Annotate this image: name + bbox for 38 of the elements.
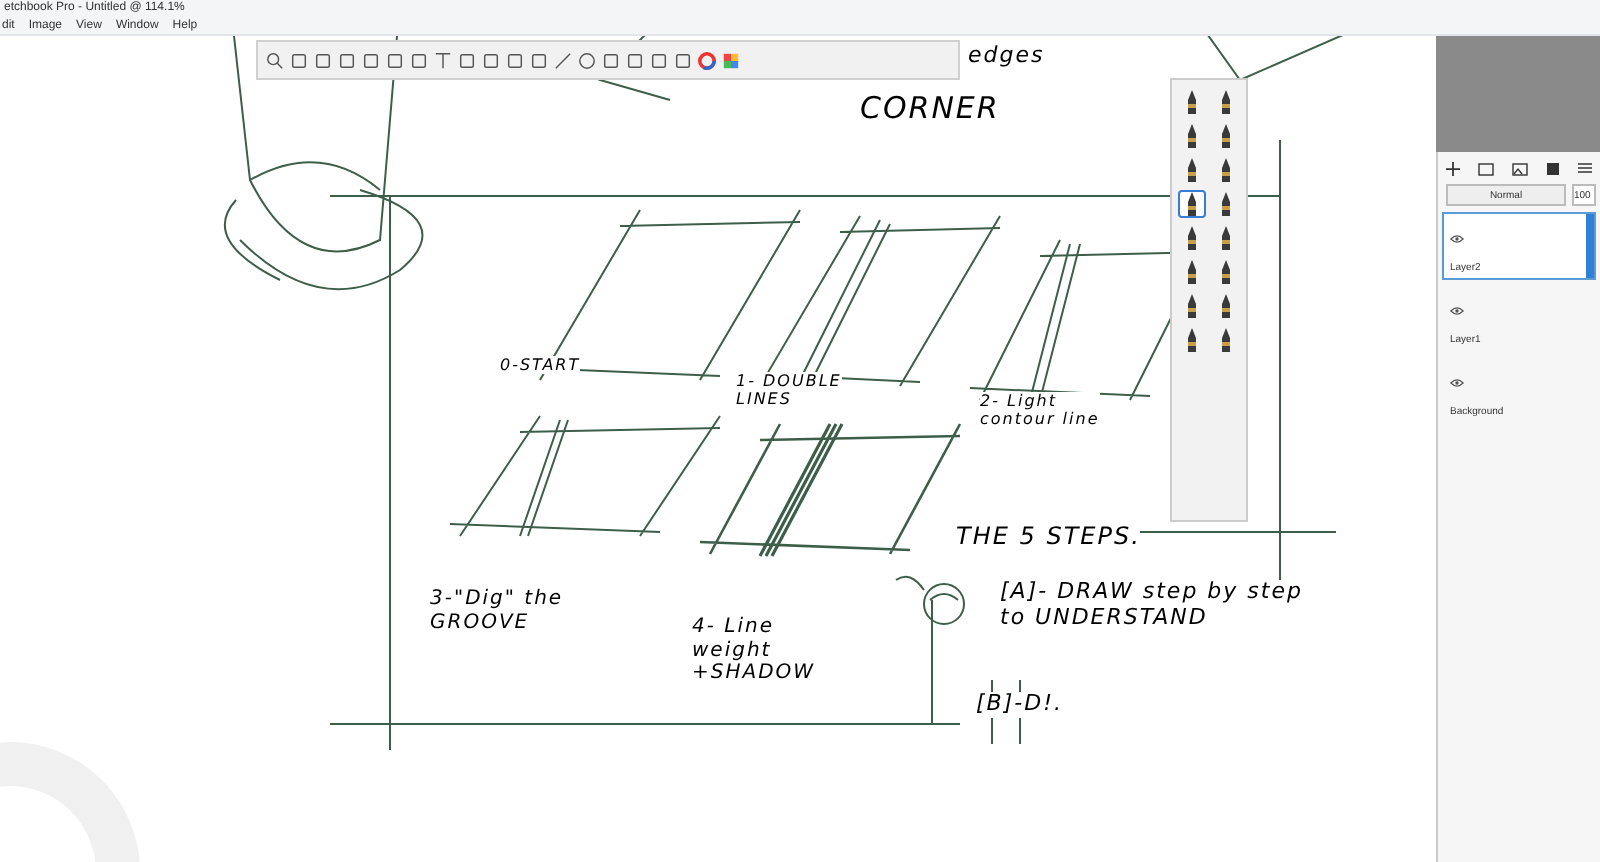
brush-tip-icon	[1218, 192, 1234, 216]
eye-icon[interactable]	[1450, 234, 1464, 244]
brush-tip-icon	[1184, 226, 1200, 250]
brush-tip-icon	[1184, 294, 1200, 318]
handwritten-note: 1- DOUBLE LINES	[736, 372, 842, 409]
handwritten-note: 3-"Dig" the GROOVE	[430, 588, 564, 634]
brush-tip-icon	[1218, 294, 1234, 318]
brush-tip-icon	[1218, 260, 1234, 284]
brush-tip-icon	[1184, 124, 1200, 148]
image-icon[interactable]	[1511, 161, 1528, 175]
add-icon[interactable]	[1446, 161, 1461, 175]
brush-tip-icon	[1184, 158, 1200, 182]
handwritten-note: 0-START	[500, 356, 581, 375]
brush-tip-icon	[1184, 90, 1200, 114]
handwritten-note: edges	[968, 44, 1045, 70]
selection-bar	[1586, 214, 1594, 278]
menu-icon[interactable]	[1577, 162, 1592, 174]
eye-icon[interactable]	[1450, 306, 1464, 316]
color-grid-icon[interactable]	[722, 51, 740, 69]
brush-tip-icon	[1218, 158, 1234, 182]
line-icon[interactable]	[554, 51, 572, 69]
brush-tip-icon	[1184, 328, 1200, 352]
handwritten-note: 4- Line weight +SHADOW	[692, 616, 816, 685]
brush-tip-icon	[1218, 90, 1234, 114]
handwritten-note: [A]- DRAW step by step to UNDERSTAND	[1000, 580, 1303, 631]
circle-icon[interactable]	[578, 51, 596, 69]
eye-icon[interactable]	[1450, 378, 1464, 388]
handwritten-note: [B]-D!.	[976, 692, 1063, 718]
brush-swatch[interactable]	[1178, 190, 1206, 218]
text-icon[interactable]	[434, 51, 452, 69]
brush-tip-icon	[1184, 260, 1200, 284]
color-wheel-icon[interactable]	[698, 51, 716, 69]
brush-tip-icon	[1184, 192, 1200, 216]
brush-tip-icon	[1218, 328, 1234, 352]
brush-tip-icon	[1218, 226, 1234, 250]
brush-tip-icon	[1218, 124, 1234, 148]
handwritten-note: 2- Light contour line	[980, 392, 1100, 429]
search-icon[interactable]	[266, 51, 284, 69]
